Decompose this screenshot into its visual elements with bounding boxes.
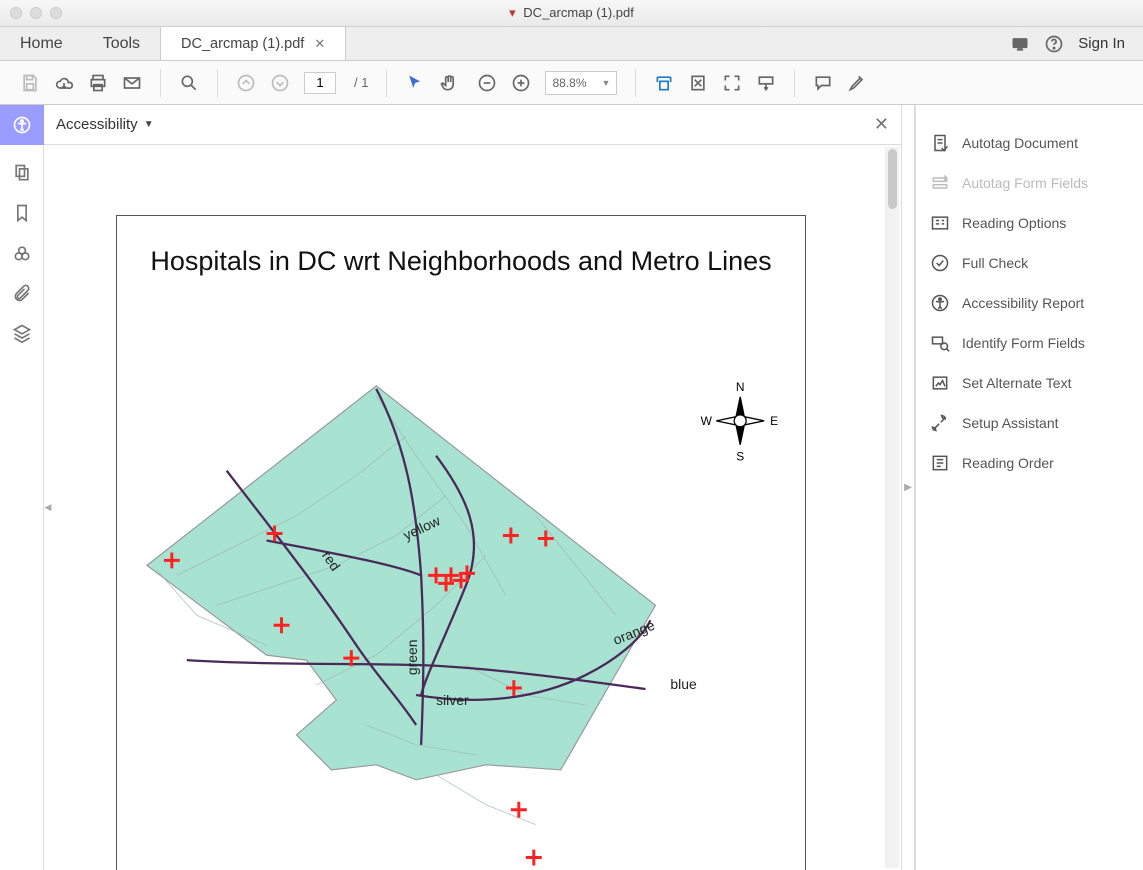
rp-label: Autotag Document (962, 135, 1078, 151)
rp-autotag-form-fields: Autotag Form Fields (916, 163, 1143, 203)
read-mode-icon[interactable] (756, 73, 776, 93)
rp-label: Accessibility Report (962, 295, 1084, 311)
scrollbar-thumb[interactable] (888, 149, 897, 209)
map-graphic: red yellow green silver orange blue (117, 296, 805, 870)
rp-label: Identify Form Fields (962, 335, 1085, 351)
accessibility-panel: Autotag Document Autotag Form Fields Rea… (915, 105, 1143, 870)
window-zoom-button[interactable] (50, 7, 62, 19)
cloud-icon[interactable] (54, 73, 74, 93)
main-toolbar: / 1 88.8% ▼ (0, 61, 1143, 105)
svg-text:N: N (736, 380, 745, 394)
page-total-label: / 1 (354, 75, 368, 90)
tab-tools[interactable]: Tools (83, 27, 160, 60)
vertical-scrollbar[interactable] (885, 147, 899, 868)
tab-close-icon[interactable]: ✕ (314, 36, 325, 52)
rp-label: Reading Options (962, 215, 1066, 231)
rp-label: Autotag Form Fields (962, 175, 1088, 191)
window-title: ▾ DC_arcmap (1).pdf (0, 5, 1143, 21)
help-icon[interactable] (1044, 34, 1064, 54)
svg-text:blue: blue (670, 676, 697, 692)
tab-document-label: DC_arcmap (1).pdf (181, 36, 304, 52)
save-icon[interactable] (20, 73, 40, 93)
collapse-right-handle[interactable]: ▶ (901, 105, 915, 870)
window-titlebar: ▾ DC_arcmap (1).pdf (0, 0, 1143, 27)
accessibility-toolbar-title: Accessibility (56, 116, 138, 133)
chevron-down-icon[interactable]: ▼ (144, 119, 154, 130)
fit-width-icon[interactable] (654, 73, 674, 93)
rp-full-check[interactable]: Full Check (916, 243, 1143, 283)
svg-text:W: W (701, 414, 713, 428)
page-up-icon[interactable] (236, 73, 256, 93)
tab-bar: Home Tools DC_arcmap (1).pdf ✕ Sign In (0, 27, 1143, 61)
close-panel-button[interactable]: ✕ (874, 114, 889, 135)
zoom-out-icon[interactable] (477, 73, 497, 93)
svg-text:E: E (770, 414, 778, 428)
svg-text:S: S (736, 450, 744, 464)
window-controls (0, 7, 62, 19)
pdf-icon: ▾ (509, 5, 516, 20)
notification-icon[interactable] (1010, 34, 1030, 54)
comment-icon[interactable] (813, 73, 833, 93)
sign-in-button[interactable]: Sign In (1078, 35, 1125, 52)
rail-bookmark-icon[interactable] (0, 193, 44, 233)
rail-tags-icon[interactable] (0, 233, 44, 273)
compass-rose: N S E W (701, 380, 778, 464)
svg-text:green: green (404, 639, 420, 675)
rp-identify-form-fields[interactable]: Identify Form Fields (916, 323, 1143, 363)
arrow-select-icon[interactable] (405, 73, 425, 93)
chevron-right-icon: ▶ (904, 482, 912, 493)
window-close-button[interactable] (10, 7, 22, 19)
window-minimize-button[interactable] (30, 7, 42, 19)
svg-text:silver: silver (436, 692, 469, 708)
rail-thumbnails-icon[interactable] (0, 153, 44, 193)
rp-reading-options[interactable]: Reading Options (916, 203, 1143, 243)
print-icon[interactable] (88, 73, 108, 93)
highlight-icon[interactable] (847, 73, 867, 93)
rp-set-alternate-text[interactable]: Set Alternate Text (916, 363, 1143, 403)
collapse-left-handle[interactable]: ◀ (44, 488, 53, 528)
mail-icon[interactable] (122, 73, 142, 93)
page-down-icon[interactable] (270, 73, 290, 93)
rail-accessibility-icon[interactable] (0, 105, 44, 145)
fit-page-icon[interactable] (688, 73, 708, 93)
search-icon[interactable] (179, 73, 199, 93)
zoom-level-select[interactable]: 88.8% ▼ (545, 71, 617, 95)
window-title-text: DC_arcmap (1).pdf (523, 5, 634, 20)
accessibility-toolbar: Accessibility ▼ ✕ (44, 105, 901, 145)
rp-label: Reading Order (962, 455, 1054, 471)
fullscreen-icon[interactable] (722, 73, 742, 93)
rp-label: Set Alternate Text (962, 375, 1071, 391)
rp-accessibility-report[interactable]: Accessibility Report (916, 283, 1143, 323)
rp-label: Setup Assistant (962, 415, 1059, 431)
chevron-down-icon: ▼ (602, 78, 611, 88)
pdf-page: Hospitals in DC wrt Neighborhoods and Me… (116, 215, 806, 870)
rp-autotag-document[interactable]: Autotag Document (916, 123, 1143, 163)
rp-setup-assistant[interactable]: Setup Assistant (916, 403, 1143, 443)
hand-pan-icon[interactable] (439, 73, 459, 93)
zoom-level-label: 88.8% (552, 76, 586, 90)
rail-layers-icon[interactable] (0, 313, 44, 353)
rail-attachment-icon[interactable] (0, 273, 44, 313)
left-rail (0, 105, 44, 870)
tab-home[interactable]: Home (0, 27, 83, 60)
rp-reading-order[interactable]: Reading Order (916, 443, 1143, 483)
tab-document[interactable]: DC_arcmap (1).pdf ✕ (160, 27, 346, 60)
map-title: Hospitals in DC wrt Neighborhoods and Me… (117, 246, 805, 277)
rp-label: Full Check (962, 255, 1028, 271)
zoom-in-icon[interactable] (511, 73, 531, 93)
document-viewport[interactable]: ◀ Hospitals in DC wrt Neighborhoods and … (44, 145, 901, 870)
page-number-input[interactable] (304, 72, 336, 94)
